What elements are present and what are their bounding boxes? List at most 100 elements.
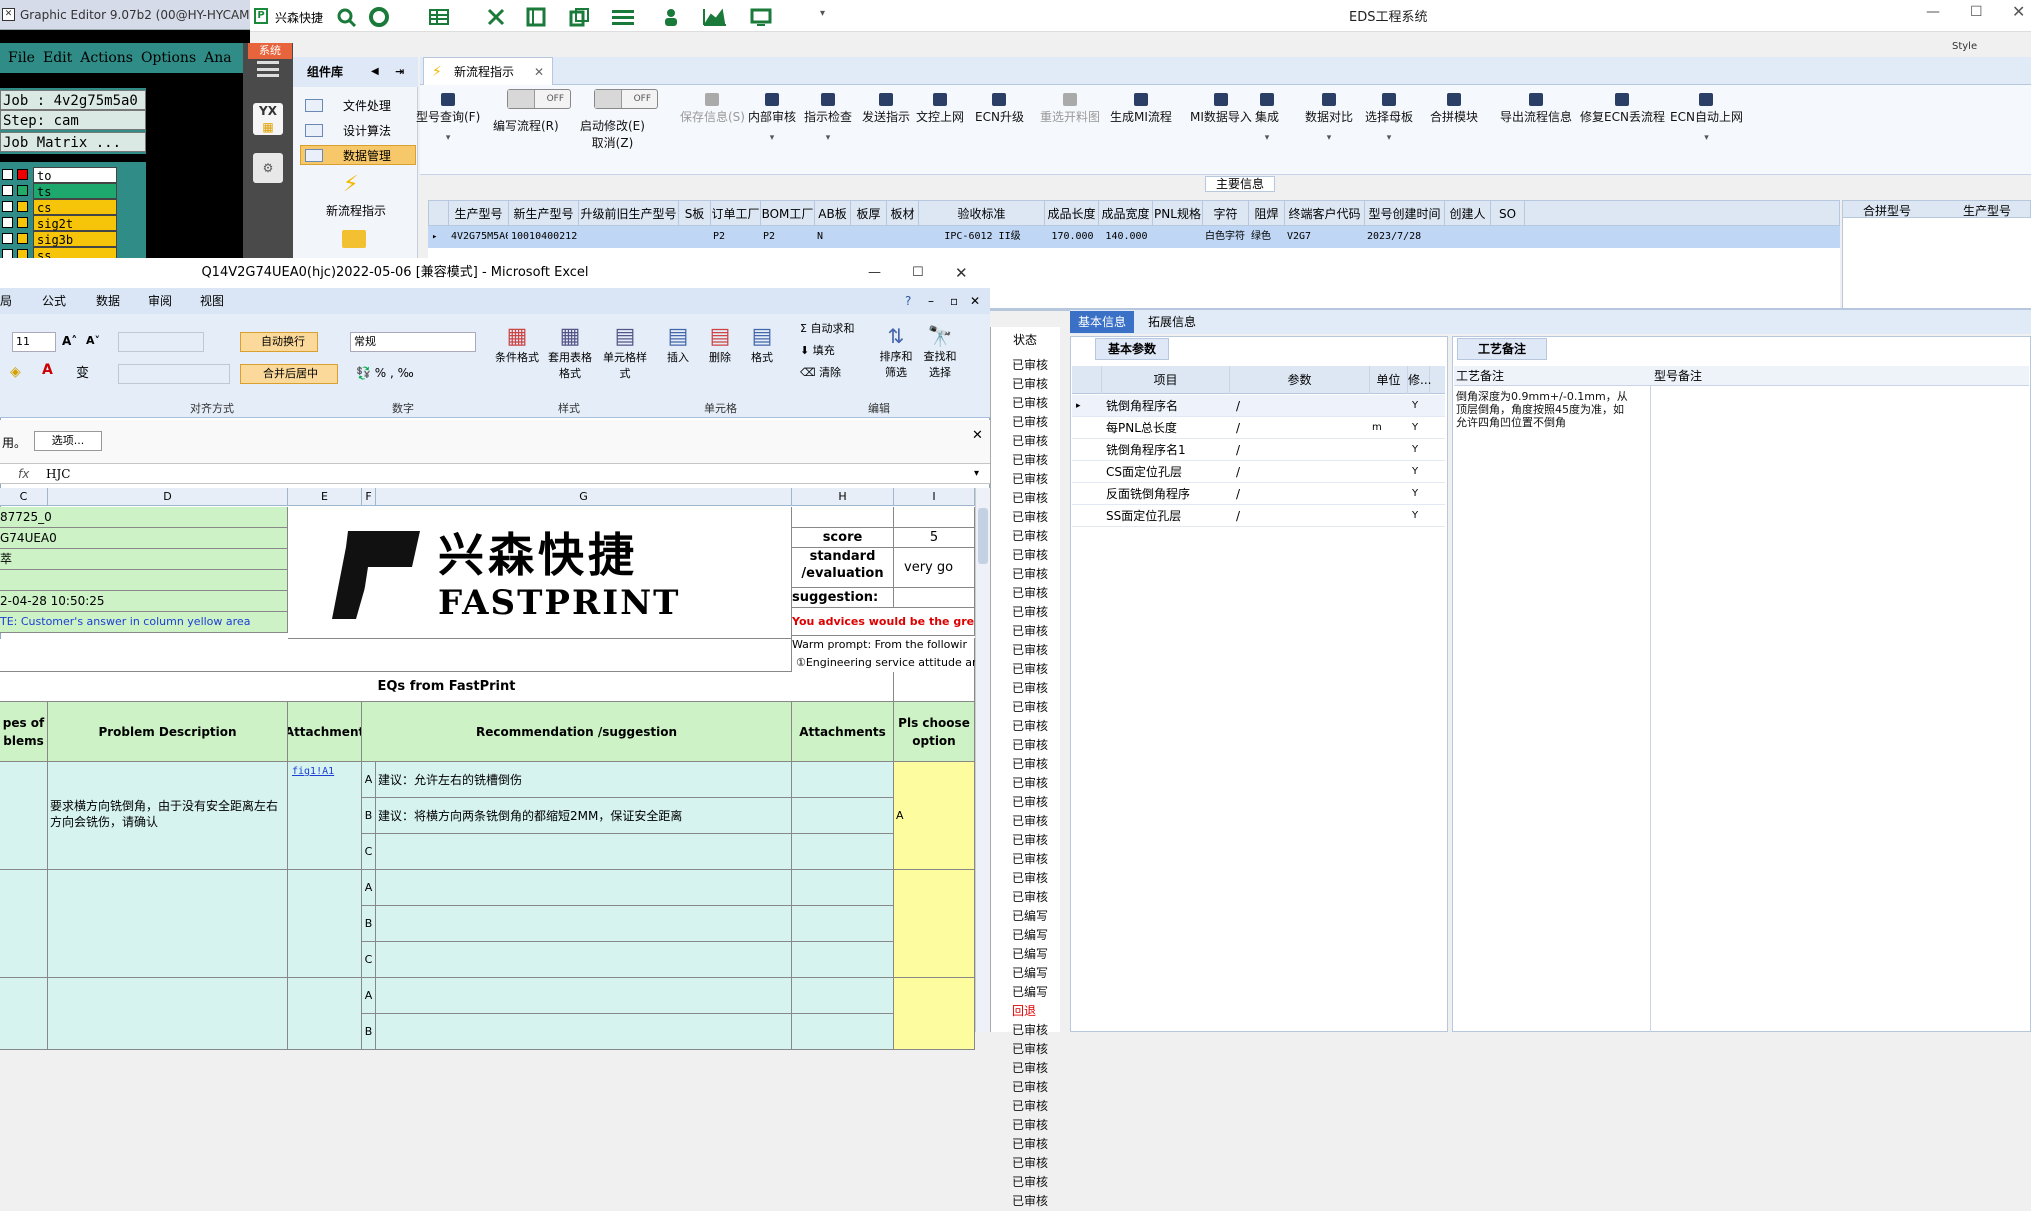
cell-style-button[interactable]: ▤ 单元格样式	[600, 324, 650, 381]
problem-type-cell[interactable]	[0, 978, 48, 1050]
menu-actions[interactable]: Actions	[80, 50, 133, 66]
problem-type-cell[interactable]	[0, 762, 48, 870]
grid-col-header[interactable]: 生产型号	[449, 201, 509, 227]
area-chart-icon[interactable]	[702, 7, 726, 27]
status-cell[interactable]: 已审核	[1012, 717, 1058, 736]
copy-icon[interactable]	[568, 7, 592, 27]
font-size-select[interactable]: 11	[12, 332, 56, 352]
toolbar-list-button[interactable]: 合拼模块	[1430, 93, 1478, 133]
chevron-down-icon[interactable]: ▾	[974, 464, 979, 484]
menu-options[interactable]: Options	[141, 50, 196, 66]
layer-checkbox[interactable]	[2, 169, 13, 180]
table-format-button[interactable]: ▦ 套用表格格式	[545, 324, 595, 381]
scissors-icon[interactable]	[485, 7, 509, 27]
clear-button[interactable]: ⌫ 清除	[800, 364, 841, 380]
menu-edit[interactable]: Edit	[43, 50, 72, 66]
col-header[interactable]: C	[0, 488, 48, 506]
close-tab-icon[interactable]: ✕	[534, 58, 544, 86]
info-cell[interactable]	[0, 570, 288, 591]
close-icon[interactable]: ✕	[970, 288, 980, 314]
library-item-data[interactable]: 数据管理	[300, 145, 416, 165]
status-cell[interactable]: 已审核	[1012, 660, 1058, 679]
param-param[interactable]: /	[1236, 483, 1240, 505]
toolbar-star-button[interactable]: ECN自动上网 ▾	[1670, 93, 1743, 143]
status-cell[interactable]: 已审核	[1012, 622, 1058, 641]
table-row[interactable]: ▸ 铣倒角程序名 / Y	[1072, 395, 1445, 417]
cancel-label[interactable]: 取消(Z)	[580, 134, 645, 151]
status-cell[interactable]: 已审核	[1012, 451, 1058, 470]
status-cell[interactable]: 已审核	[1012, 546, 1058, 565]
menu-data[interactable]: 数据	[96, 288, 120, 314]
layer-row[interactable]: ts	[0, 183, 118, 199]
grid-col-header[interactable]: 验收标准	[919, 201, 1045, 227]
find-select-button[interactable]: 🔭 查找和选择	[920, 324, 960, 380]
autosum-button[interactable]: Σ 自动求和	[800, 320, 854, 336]
grid-col-header[interactable]: SO	[1491, 201, 1525, 227]
problem-description[interactable]	[48, 870, 288, 978]
toolbar-download-button[interactable]: 集成 ▾	[1255, 93, 1279, 143]
new-flow-link[interactable]: 新流程指示	[326, 202, 386, 219]
menu-analysis[interactable]: Ana	[204, 50, 231, 66]
grid-col-header[interactable]: BOM工厂	[761, 201, 815, 227]
status-cell[interactable]: 已编写	[1012, 945, 1058, 964]
menu-view[interactable]: 视图	[200, 288, 224, 314]
choice-cell[interactable]: A	[894, 762, 975, 870]
status-cell[interactable]: 已审核	[1012, 1173, 1058, 1192]
layer-row[interactable]: sig3b	[0, 231, 118, 247]
status-cell[interactable]: 已审核	[1012, 1040, 1058, 1059]
maximize-icon[interactable]: ☐	[1970, 4, 1983, 20]
status-cell[interactable]: 已审核	[1012, 603, 1058, 622]
grid-col-header[interactable]: 升级前旧生产型号	[579, 201, 679, 227]
status-cell[interactable]: 已审核	[1012, 1078, 1058, 1097]
col-header[interactable]: H	[792, 488, 894, 506]
menu-layout[interactable]: 局	[0, 288, 12, 314]
recommendation-cell[interactable]: 建议：将横方向两条铣倒角的都缩短2MM，保证安全距离	[376, 798, 792, 834]
toolbar-shuffle-button[interactable]: 选择母板 ▾	[1365, 93, 1413, 143]
wrap-text-button[interactable]: 自动换行	[240, 332, 318, 352]
job-matrix-button[interactable]: Job Matrix ...	[0, 132, 146, 152]
info-cell[interactable]: TE: Customer's answer in column yellow a…	[0, 612, 288, 633]
menu-file[interactable]: File	[8, 50, 35, 66]
chevron-down-icon[interactable]: ▾	[1255, 133, 1279, 143]
align-left-group[interactable]	[118, 364, 230, 384]
status-cell[interactable]: 已审核	[1012, 869, 1058, 888]
toolbar-smile-button[interactable]: 导出流程信息	[1500, 93, 1572, 133]
col-header[interactable]: D	[48, 488, 288, 506]
status-cell[interactable]: 已审核	[1012, 565, 1058, 584]
status-cell[interactable]: 已编写	[1012, 983, 1058, 1002]
status-cell[interactable]: 已编写	[1012, 926, 1058, 945]
status-cell[interactable]: 已审核	[1012, 432, 1058, 451]
choice-cell[interactable]	[894, 978, 975, 1050]
status-cell[interactable]: 已审核	[1012, 736, 1058, 755]
toolbar-cloud-upload-button[interactable]: 文控上网	[916, 93, 964, 133]
status-cell[interactable]: 已审核	[1012, 1116, 1058, 1135]
toolbar-toggle-button[interactable]: OFF 编写流程(R)	[493, 89, 571, 134]
status-cell[interactable]: 已审核	[1012, 1135, 1058, 1154]
recommendation-cell[interactable]	[376, 870, 792, 906]
status-cell[interactable]: 已审核	[1012, 831, 1058, 850]
param-param[interactable]: /	[1236, 395, 1240, 417]
phonetic-icon[interactable]: 变	[76, 362, 89, 381]
status-cell[interactable]: 已审核	[1012, 470, 1058, 489]
param-param[interactable]: /	[1236, 505, 1240, 527]
merge-center-button[interactable]: 合并后居中	[240, 364, 338, 384]
person-icon[interactable]	[660, 7, 684, 27]
attachment-cell[interactable]	[792, 1014, 894, 1050]
basic-params-tab[interactable]: 基本参数	[1095, 338, 1169, 360]
insert-button[interactable]: ▤ 插入	[660, 324, 696, 365]
toolbar-search-button[interactable]: 型号查询(F) ▾	[416, 93, 480, 143]
toolbar-wrench-button[interactable]: 修复ECN丢流程	[1580, 93, 1665, 133]
minimize-icon[interactable]: —	[868, 258, 881, 288]
status-cell[interactable]: 已审核	[1012, 527, 1058, 546]
maximize-icon[interactable]: ☐	[912, 258, 924, 288]
open-folder-icon[interactable]	[342, 230, 366, 248]
status-cell[interactable]: 已审核	[1012, 1154, 1058, 1173]
suggestion-value[interactable]	[894, 588, 975, 608]
vertical-scrollbar[interactable]	[975, 488, 990, 1032]
film-icon[interactable]	[525, 7, 549, 27]
chevron-down-icon[interactable]: ▾	[1670, 133, 1743, 143]
system-tab[interactable]: 系统	[248, 43, 292, 59]
grid-col-header[interactable]: 阻焊	[1249, 201, 1285, 227]
font-color-icon[interactable]: A	[42, 362, 53, 378]
status-cell[interactable]: 已审核	[1012, 793, 1058, 812]
